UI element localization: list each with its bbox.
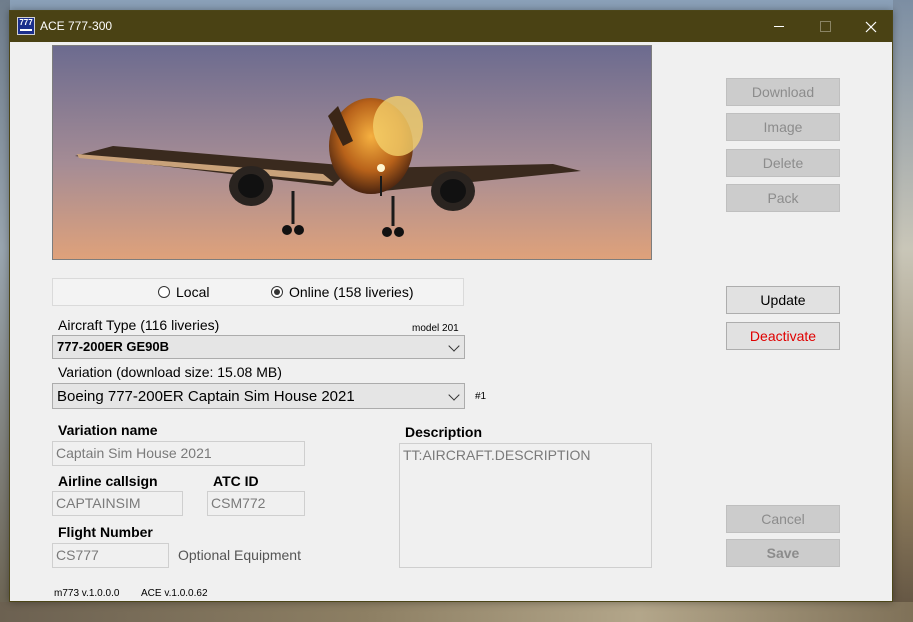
save-button[interactable]: Save xyxy=(726,539,840,567)
variation-name-value: Captain Sim House 2021 xyxy=(56,445,212,461)
app-icon-text: 777 xyxy=(19,18,33,27)
variation-name-label: Variation name xyxy=(58,422,158,438)
app-icon: 777 xyxy=(17,17,35,35)
m773-version: m773 v.1.0.0.0 xyxy=(54,588,120,599)
chevron-down-icon xyxy=(448,389,460,401)
pack-button[interactable]: Pack xyxy=(726,184,840,212)
model-number: model 201 xyxy=(412,323,459,334)
source-radio-group: Local Online (158 liveries) xyxy=(52,278,464,306)
airline-callsign-label: Airline callsign xyxy=(58,473,158,489)
close-button[interactable] xyxy=(848,11,894,42)
maximize-button[interactable] xyxy=(802,11,848,42)
online-radio-label[interactable]: Online (158 liveries) xyxy=(289,284,414,300)
maximize-icon xyxy=(819,21,831,32)
local-radio[interactable] xyxy=(158,286,170,298)
online-radio[interactable] xyxy=(271,286,283,298)
variation-value: Boeing 777-200ER Captain Sim House 2021 xyxy=(57,388,355,405)
airline-callsign-value: CAPTAINSIM xyxy=(56,495,141,511)
window-title: ACE 777-300 xyxy=(40,19,113,33)
atc-id-value: CSM772 xyxy=(211,495,266,511)
desktop-wallpaper-right xyxy=(893,0,913,622)
download-button[interactable]: Download xyxy=(726,78,840,106)
description-value: TT:AIRCRAFT.DESCRIPTION xyxy=(403,447,591,463)
variation-select[interactable]: Boeing 777-200ER Captain Sim House 2021 xyxy=(52,383,465,409)
minimize-icon xyxy=(774,26,784,27)
close-icon xyxy=(865,21,877,32)
atc-id-label: ATC ID xyxy=(213,473,259,489)
ace-version: ACE v.1.0.0.62 xyxy=(141,588,208,599)
aircraft-type-value: 777-200ER GE90B xyxy=(57,339,170,354)
description-field[interactable]: TT:AIRCRAFT.DESCRIPTION xyxy=(399,443,652,568)
aircraft-type-select[interactable]: 777-200ER GE90B xyxy=(52,335,465,359)
flight-number-field[interactable]: CS777 xyxy=(52,543,169,568)
flight-number-value: CS777 xyxy=(56,547,99,563)
minimize-button[interactable] xyxy=(756,11,802,42)
atc-id-field[interactable]: CSM772 xyxy=(207,491,305,516)
ace-window: 777 ACE 777-300 Download Image Delete Pa… xyxy=(9,10,893,602)
variation-label: Variation (download size: 15.08 MB) xyxy=(58,364,282,380)
deactivate-button[interactable]: Deactivate xyxy=(726,322,840,350)
variation-index: #1 xyxy=(475,391,487,402)
variation-name-field[interactable]: Captain Sim House 2021 xyxy=(52,441,305,466)
aircraft-type-label: Aircraft Type (116 liveries) xyxy=(58,317,220,333)
update-button[interactable]: Update xyxy=(726,286,840,314)
cancel-button[interactable]: Cancel xyxy=(726,505,840,533)
description-label: Description xyxy=(405,424,483,440)
airline-callsign-field[interactable]: CAPTAINSIM xyxy=(52,491,183,516)
image-button[interactable]: Image xyxy=(726,113,840,141)
flight-number-label: Flight Number xyxy=(58,524,153,540)
desktop-wallpaper-bottom xyxy=(0,602,913,622)
livery-preview-image xyxy=(52,45,652,260)
optional-equipment-label[interactable]: Optional Equipment xyxy=(178,547,301,563)
title-bar[interactable]: 777 ACE 777-300 xyxy=(10,11,892,42)
client-area: Download Image Delete Pack Update Deacti… xyxy=(10,42,892,601)
delete-button[interactable]: Delete xyxy=(726,149,840,177)
local-radio-label[interactable]: Local xyxy=(176,284,209,300)
aircraft-photo xyxy=(53,46,651,259)
chevron-down-icon xyxy=(448,340,460,352)
